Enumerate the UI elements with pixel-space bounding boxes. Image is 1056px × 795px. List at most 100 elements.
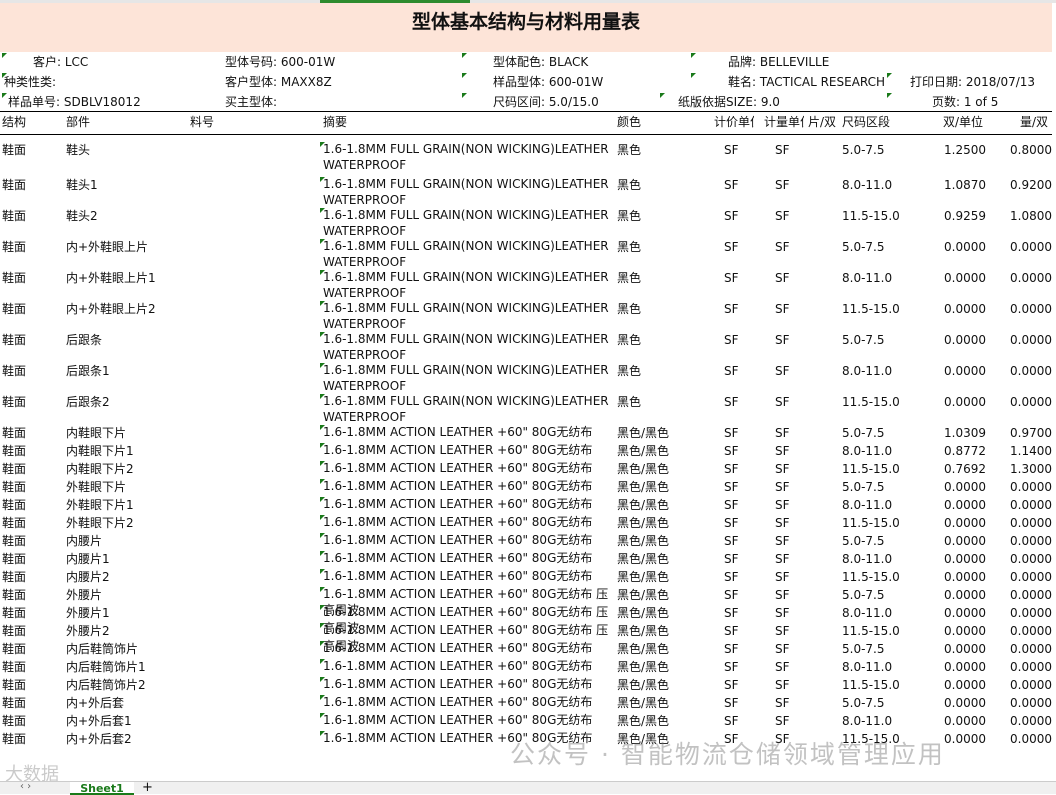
brand[interactable]: 品牌: BELLEVILLE [728,53,829,70]
table-row[interactable]: 鞋面 内+外鞋眼上片1 1.6-1.8MM FULL GRAIN(NON WICKI… [0,270,1052,301]
cell-desc[interactable]: 1.6-1.8MM ACTION LEATHER +60" 80G无纺布 [323,533,613,549]
cell-pairs-per-unit[interactable]: 0.0000 [944,641,986,657]
cell-size-range[interactable]: 11.5-15.0 [842,208,900,224]
cell-price-unit[interactable]: SF [724,394,739,410]
cell-color[interactable]: 黑色 [617,394,641,410]
cell-pairs-per-unit[interactable]: 1.2500 [944,142,986,158]
cell-measure-unit[interactable]: SF [775,713,790,729]
cell-price-unit[interactable]: SF [724,659,739,675]
cell-qty-per-pair[interactable]: 0.0000 [1010,270,1052,286]
cell-color[interactable]: 黑色/黑色 [617,587,669,603]
cell-color[interactable]: 黑色 [617,177,641,193]
page-count[interactable]: 页数: 1 of 5 [932,93,998,110]
cell-color[interactable]: 黑色 [617,142,641,158]
cell-measure-unit[interactable]: SF [775,677,790,693]
cell-size-range[interactable]: 5.0-7.5 [842,533,885,549]
cell-size-range[interactable]: 11.5-15.0 [842,677,900,693]
table-row[interactable]: 鞋面 内鞋眼下片 1.6-1.8MM ACTION LEATHER +60" 80G… [0,425,1052,443]
cell-size-range[interactable]: 11.5-15.0 [842,394,900,410]
cell-measure-unit[interactable]: SF [775,394,790,410]
cell-part[interactable]: 内后鞋筒饰片 [66,641,138,657]
cell-measure-unit[interactable]: SF [775,479,790,495]
cell-price-unit[interactable]: SF [724,443,739,459]
cell-structure[interactable]: 鞋面 [2,425,26,441]
cell-measure-unit[interactable]: SF [775,332,790,348]
table-row[interactable]: 鞋面 外鞋眼下片1 1.6-1.8MM ACTION LEATHER +60" 80… [0,497,1052,515]
cell-desc[interactable]: 1.6-1.8MM ACTION LEATHER +60" 80G无纺布 [323,677,613,693]
cell-structure[interactable]: 鞋面 [2,731,26,747]
cell-part[interactable]: 鞋头1 [66,177,98,193]
cell-pairs-per-unit[interactable]: 0.0000 [944,332,986,348]
table-row[interactable]: 鞋面 内+外后套1 1.6-1.8MM ACTION LEATHER +60" 80… [0,713,1052,731]
cell-part[interactable]: 外腰片1 [66,605,110,621]
table-row[interactable]: 鞋面 内鞋眼下片2 1.6-1.8MM ACTION LEATHER +60" 80… [0,461,1052,479]
sample-style[interactable]: 样品型体: 600-01W [493,73,603,90]
style-no[interactable]: 型体号码: 600-01W [225,53,335,70]
cell-structure[interactable]: 鞋面 [2,515,26,531]
cell-size-range[interactable]: 11.5-15.0 [842,623,900,639]
cell-part[interactable]: 鞋头 [66,142,90,158]
cell-size-range[interactable]: 11.5-15.0 [842,569,900,585]
cell-pairs-per-unit[interactable]: 0.7692 [944,461,986,477]
cell-price-unit[interactable]: SF [724,270,739,286]
cell-desc[interactable]: 1.6-1.8MM ACTION LEATHER +60" 80G无纺布 [323,551,613,567]
cell-structure[interactable]: 鞋面 [2,142,26,158]
cell-price-unit[interactable]: SF [724,461,739,477]
cell-pairs-per-unit[interactable]: 0.8772 [944,443,986,459]
cell-pairs-per-unit[interactable]: 1.0870 [944,177,986,193]
cell-size-range[interactable]: 5.0-7.5 [842,641,885,657]
cell-part[interactable]: 后跟条2 [66,394,110,410]
table-row[interactable]: 鞋面 内腰片 1.6-1.8MM ACTION LEATHER +60" 80G无纺… [0,533,1052,551]
cell-desc[interactable]: 1.6-1.8MM ACTION LEATHER +60" 80G无纺布 [323,659,613,675]
cell-part[interactable]: 内+外鞋眼上片 [66,239,148,255]
cell-size-range[interactable]: 8.0-11.0 [842,659,892,675]
cell-measure-unit[interactable]: SF [775,695,790,711]
cell-measure-unit[interactable]: SF [775,425,790,441]
cell-size-range[interactable]: 8.0-11.0 [842,363,892,379]
cell-price-unit[interactable]: SF [724,569,739,585]
cell-price-unit[interactable]: SF [724,587,739,603]
cell-qty-per-pair[interactable]: 0.0000 [1010,332,1052,348]
cell-size-range[interactable]: 8.0-11.0 [842,497,892,513]
customer-style[interactable]: 客户型体: MAXX8Z [225,73,332,90]
table-row[interactable]: 鞋面 后跟条2 1.6-1.8MM FULL GRAIN(NON WICKING)L… [0,394,1052,425]
cell-measure-unit[interactable]: SF [775,363,790,379]
cell-measure-unit[interactable]: SF [775,239,790,255]
cell-price-unit[interactable]: SF [724,363,739,379]
cell-desc[interactable]: 1.6-1.8MM FULL GRAIN(NON WICKING)LEATHER… [323,177,613,208]
cell-price-unit[interactable]: SF [724,425,739,441]
category[interactable]: 种类性类: [4,73,56,90]
cell-qty-per-pair[interactable]: 0.0000 [1010,605,1052,621]
cell-part[interactable]: 内腰片1 [66,551,110,567]
style-color[interactable]: 型体配色: BLACK [493,53,588,70]
cell-price-unit[interactable]: SF [724,677,739,693]
cell-desc[interactable]: 1.6-1.8MM ACTION LEATHER +60" 80G无纺布 [323,497,613,513]
cell-color[interactable]: 黑色/黑色 [617,479,669,495]
cell-pairs-per-unit[interactable]: 0.0000 [944,659,986,675]
cell-price-unit[interactable]: SF [724,301,739,317]
cell-desc[interactable]: 1.6-1.8MM FULL GRAIN(NON WICKING)LEATHER… [323,332,613,363]
cell-size-range[interactable]: 5.0-7.5 [842,479,885,495]
cell-qty-per-pair[interactable]: 0.0000 [1010,587,1052,603]
cell-measure-unit[interactable]: SF [775,443,790,459]
cell-desc[interactable]: 1.6-1.8MM ACTION LEATHER +60" 80G无纺布 [323,641,613,657]
cell-color[interactable]: 黑色 [617,239,641,255]
cell-structure[interactable]: 鞋面 [2,641,26,657]
cell-qty-per-pair[interactable]: 0.0000 [1010,363,1052,379]
cell-color[interactable]: 黑色/黑色 [617,515,669,531]
cell-structure[interactable]: 鞋面 [2,301,26,317]
cell-desc[interactable]: 1.6-1.8MM ACTION LEATHER +60" 80G无纺布 [323,425,613,441]
table-row[interactable]: 鞋面 内腰片1 1.6-1.8MM ACTION LEATHER +60" 80G无… [0,551,1052,569]
cell-size-range[interactable]: 5.0-7.5 [842,587,885,603]
cell-price-unit[interactable]: SF [724,142,739,158]
cell-color[interactable]: 黑色 [617,270,641,286]
cell-measure-unit[interactable]: SF [775,659,790,675]
table-row[interactable]: 鞋面 内+外鞋眼上片2 1.6-1.8MM FULL GRAIN(NON WICKI… [0,301,1052,332]
cell-price-unit[interactable]: SF [724,623,739,639]
cell-measure-unit[interactable]: SF [775,569,790,585]
cell-structure[interactable]: 鞋面 [2,461,26,477]
cell-price-unit[interactable]: SF [724,641,739,657]
cell-structure[interactable]: 鞋面 [2,332,26,348]
cell-qty-per-pair[interactable]: 0.0000 [1010,641,1052,657]
cell-measure-unit[interactable]: SF [775,605,790,621]
